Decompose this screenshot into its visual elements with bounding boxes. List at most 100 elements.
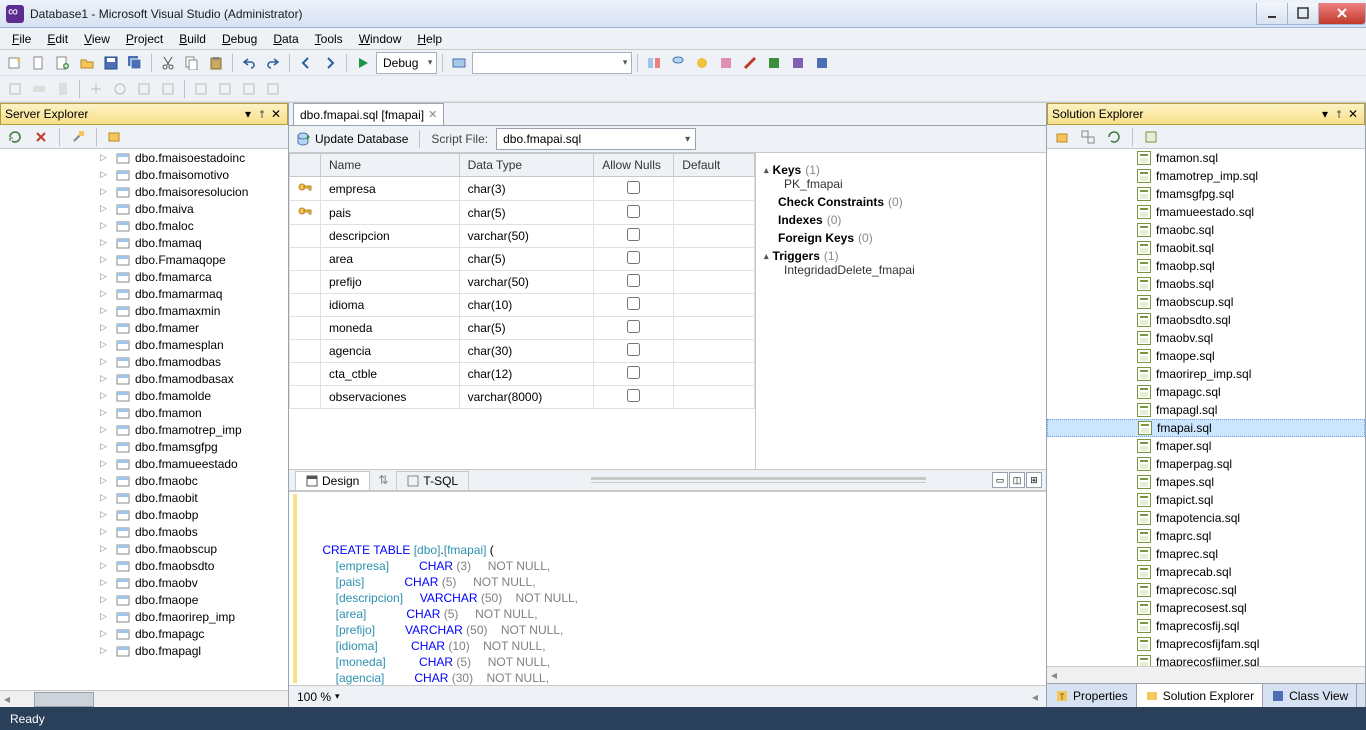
menu-data[interactable]: Data [265,30,306,48]
server-tree-item[interactable]: ▷dbo.fmamon [0,404,288,421]
tb-misc-5-icon[interactable] [787,52,809,74]
close-button[interactable] [1318,3,1366,25]
table-row[interactable]: monedachar(5) [290,317,755,340]
update-database-button[interactable]: Update Database [295,131,408,147]
save-icon[interactable] [100,52,122,74]
server-tree-item[interactable]: ▷dbo.fmaloc [0,217,288,234]
cell-default[interactable] [674,317,755,340]
solution-tree-item[interactable]: fmaobsdto.sql [1047,311,1365,329]
solution-tree-item[interactable]: fmaobscup.sql [1047,293,1365,311]
solution-tree-item[interactable]: fmapai.sql [1047,419,1365,437]
table-row[interactable]: empresachar(3) [290,177,755,201]
nav-back-icon[interactable] [295,52,317,74]
cell-type[interactable]: char(30) [459,340,594,363]
schema-compare-icon[interactable] [643,52,665,74]
new-file-icon[interactable] [28,52,50,74]
cell-default[interactable] [674,177,755,201]
outline-keys-label[interactable]: Keys [773,163,802,177]
new-project-icon[interactable] [4,52,26,74]
cell-type[interactable]: char(10) [459,294,594,317]
document-tab[interactable]: dbo.fmapai.sql [fmapai] ✕ [293,103,444,125]
server-tree-item[interactable]: ▷dbo.fmaobs [0,523,288,540]
table-designer-grid[interactable]: Name Data Type Allow Nulls Default empre… [289,153,756,469]
server-tree-item[interactable]: ▷dbo.fmamarca [0,268,288,285]
outline-trig-item[interactable]: IntegridadDelete_fmapai [764,263,1038,277]
cell-allow-nulls[interactable] [594,201,674,225]
redo-icon[interactable] [262,52,284,74]
cell-type[interactable]: varchar(50) [459,271,594,294]
pin-icon[interactable] [255,107,269,121]
cell-allow-nulls[interactable] [594,271,674,294]
server-tree-item[interactable]: ▷dbo.fmaobscup [0,540,288,557]
table-row[interactable]: idiomachar(10) [290,294,755,317]
refresh-icon[interactable] [4,126,26,148]
cell-default[interactable] [674,271,755,294]
cell-type[interactable]: char(5) [459,248,594,271]
pane-layout-1-icon[interactable]: ▭ [992,472,1008,488]
cell-type[interactable]: varchar(50) [459,225,594,248]
allow-nulls-checkbox[interactable] [627,320,640,333]
cell-name[interactable]: empresa [321,177,460,201]
solution-tree-item[interactable]: fmaobv.sql [1047,329,1365,347]
add-connection-icon[interactable] [104,126,126,148]
col-header-nulls[interactable]: Allow Nulls [594,154,674,177]
cell-default[interactable] [674,294,755,317]
soln-home-icon[interactable] [1051,126,1073,148]
cell-name[interactable]: area [321,248,460,271]
copy-icon[interactable] [181,52,203,74]
table-row[interactable]: areachar(5) [290,248,755,271]
pane-layout-3-icon[interactable]: ⊞ [1026,472,1042,488]
tb2-10-icon[interactable] [238,78,260,100]
allow-nulls-checkbox[interactable] [627,366,640,379]
cell-name[interactable]: cta_ctble [321,363,460,386]
cell-type[interactable]: char(3) [459,177,594,201]
solution-tree-item[interactable]: fmapagc.sql [1047,383,1365,401]
cell-default[interactable] [674,201,755,225]
cell-default[interactable] [674,248,755,271]
cell-default[interactable] [674,340,755,363]
solution-tree-item[interactable]: fmamsgfpg.sql [1047,185,1365,203]
solution-tree-item[interactable]: fmaope.sql [1047,347,1365,365]
server-tree-item[interactable]: ▷dbo.fmaorirep_imp [0,608,288,625]
close-panel-icon[interactable]: ✕ [1346,107,1360,121]
allow-nulls-checkbox[interactable] [627,251,640,264]
server-tree-item[interactable]: ▷dbo.fmamolde [0,387,288,404]
pane-layout-2-icon[interactable]: ◫ [1009,472,1025,488]
allow-nulls-checkbox[interactable] [627,343,640,356]
solution-tree-item[interactable]: fmaobc.sql [1047,221,1365,239]
swap-panes-icon[interactable]: ⇅ [372,473,394,487]
tb2-6-icon[interactable] [133,78,155,100]
solution-tree-item[interactable]: fmaprecosest.sql [1047,599,1365,617]
col-header-type[interactable]: Data Type [459,154,594,177]
allow-nulls-checkbox[interactable] [627,181,640,194]
stop-icon[interactable] [30,126,52,148]
splitter-grip[interactable] [591,477,926,483]
solution-tree-item[interactable]: fmapotencia.sql [1047,509,1365,527]
cell-name[interactable]: agencia [321,340,460,363]
tb2-11-icon[interactable] [262,78,284,100]
cell-allow-nulls[interactable] [594,340,674,363]
server-tree-item[interactable]: ▷dbo.Fmamaqope [0,251,288,268]
cell-type[interactable]: char(5) [459,201,594,225]
outline-indexes-label[interactable]: Indexes [778,213,823,227]
server-explorer-tree[interactable]: ▷dbo.fmaisoestadoinc▷dbo.fmaisomotivo▷db… [0,149,288,690]
menu-tools[interactable]: Tools [307,30,351,48]
server-tree-item[interactable]: ▷dbo.fmaobc [0,472,288,489]
server-tree-item[interactable]: ▷dbo.fmaobp [0,506,288,523]
solution-tree-item[interactable]: fmaperpag.sql [1047,455,1365,473]
menu-edit[interactable]: Edit [39,30,76,48]
paste-icon[interactable] [205,52,227,74]
save-all-icon[interactable] [124,52,146,74]
solution-tree-item[interactable]: fmamotrep_imp.sql [1047,167,1365,185]
tb-misc-1-icon[interactable] [691,52,713,74]
cell-default[interactable] [674,386,755,409]
server-tree-item[interactable]: ▷dbo.fmaisomotivo [0,166,288,183]
server-tree-item[interactable]: ▷dbo.fmamaq [0,234,288,251]
table-row[interactable]: paischar(5) [290,201,755,225]
cell-type[interactable]: char(5) [459,317,594,340]
menu-debug[interactable]: Debug [214,30,265,48]
undo-icon[interactable] [238,52,260,74]
cut-icon[interactable] [157,52,179,74]
cell-allow-nulls[interactable] [594,317,674,340]
table-row[interactable]: prefijovarchar(50) [290,271,755,294]
